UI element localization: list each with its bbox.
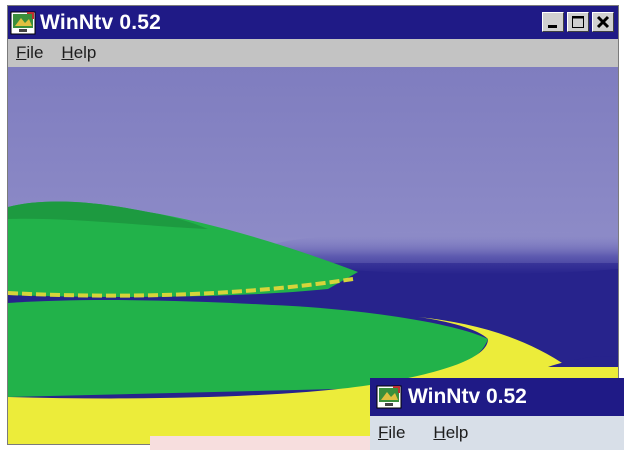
secondary-window: WinNtv 0.52 File Help	[370, 378, 624, 450]
maximize-button[interactable]	[567, 12, 589, 32]
background-panel	[150, 436, 370, 450]
secondary-menu-file[interactable]: File	[378, 423, 405, 443]
minimize-icon	[548, 25, 557, 28]
app-icon	[10, 11, 36, 34]
menu-bar: File Help	[8, 39, 618, 67]
secondary-window-title: WinNtv 0.52	[408, 385, 527, 408]
title-bar[interactable]: WinNtv 0.52	[8, 6, 618, 39]
window-title: WinNtv 0.52	[40, 10, 162, 34]
secondary-menu-help[interactable]: Help	[433, 423, 468, 443]
menu-help[interactable]: Help	[61, 43, 96, 63]
close-icon	[596, 15, 610, 29]
menu-file[interactable]: File	[16, 43, 43, 63]
minimize-button[interactable]	[542, 12, 564, 32]
secondary-title-bar[interactable]: WinNtv 0.52	[370, 378, 624, 416]
close-button[interactable]	[592, 12, 614, 32]
maximize-icon	[572, 16, 584, 28]
secondary-menu-bar: File Help	[370, 416, 624, 450]
app-icon	[376, 385, 402, 409]
